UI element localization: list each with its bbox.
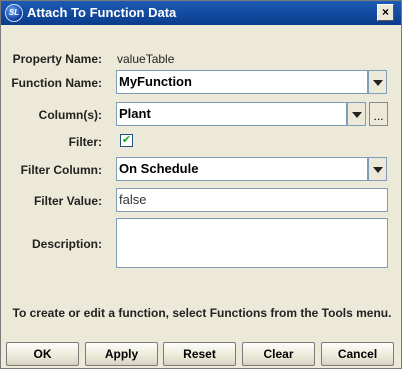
window-title: Attach To Function Data bbox=[27, 5, 177, 20]
app-logo-icon: SL bbox=[5, 4, 23, 22]
clear-button[interactable]: Clear bbox=[242, 342, 315, 366]
filter-label: Filter: bbox=[68, 135, 102, 149]
columns-label: Column(s): bbox=[38, 108, 102, 122]
description-textarea[interactable] bbox=[116, 218, 388, 268]
property-name-value: valueTable bbox=[117, 52, 175, 66]
title-bar[interactable]: SL Attach To Function Data × bbox=[1, 1, 401, 25]
columns-dropdown-button[interactable] bbox=[347, 102, 366, 126]
cancel-button[interactable]: Cancel bbox=[321, 342, 394, 366]
reset-button[interactable]: Reset bbox=[163, 342, 236, 366]
close-button[interactable]: × bbox=[377, 4, 394, 21]
filter-column-dropdown-button[interactable] bbox=[368, 157, 387, 181]
filter-column-combobox[interactable]: On Schedule bbox=[116, 157, 368, 181]
attach-to-function-dialog: SL Attach To Function Data × Property Na… bbox=[0, 0, 402, 369]
filter-checkbox[interactable]: ✔ bbox=[120, 134, 133, 147]
columns-combobox[interactable]: Plant bbox=[116, 102, 347, 126]
function-name-label: Function Name: bbox=[11, 76, 102, 90]
filter-value-input[interactable]: false bbox=[116, 188, 388, 212]
help-text: To create or edit a function, select Fun… bbox=[12, 306, 392, 320]
function-name-dropdown-button[interactable] bbox=[368, 70, 387, 94]
filter-value-label: Filter Value: bbox=[33, 194, 102, 208]
description-label: Description: bbox=[31, 237, 102, 251]
ok-button[interactable]: OK bbox=[6, 342, 79, 366]
apply-button[interactable]: Apply bbox=[85, 342, 158, 366]
filter-column-label: Filter Column: bbox=[20, 163, 102, 177]
function-name-combobox[interactable]: MyFunction bbox=[116, 70, 368, 94]
property-name-label: Property Name: bbox=[12, 52, 102, 66]
columns-browse-button[interactable]: ... bbox=[369, 102, 388, 126]
